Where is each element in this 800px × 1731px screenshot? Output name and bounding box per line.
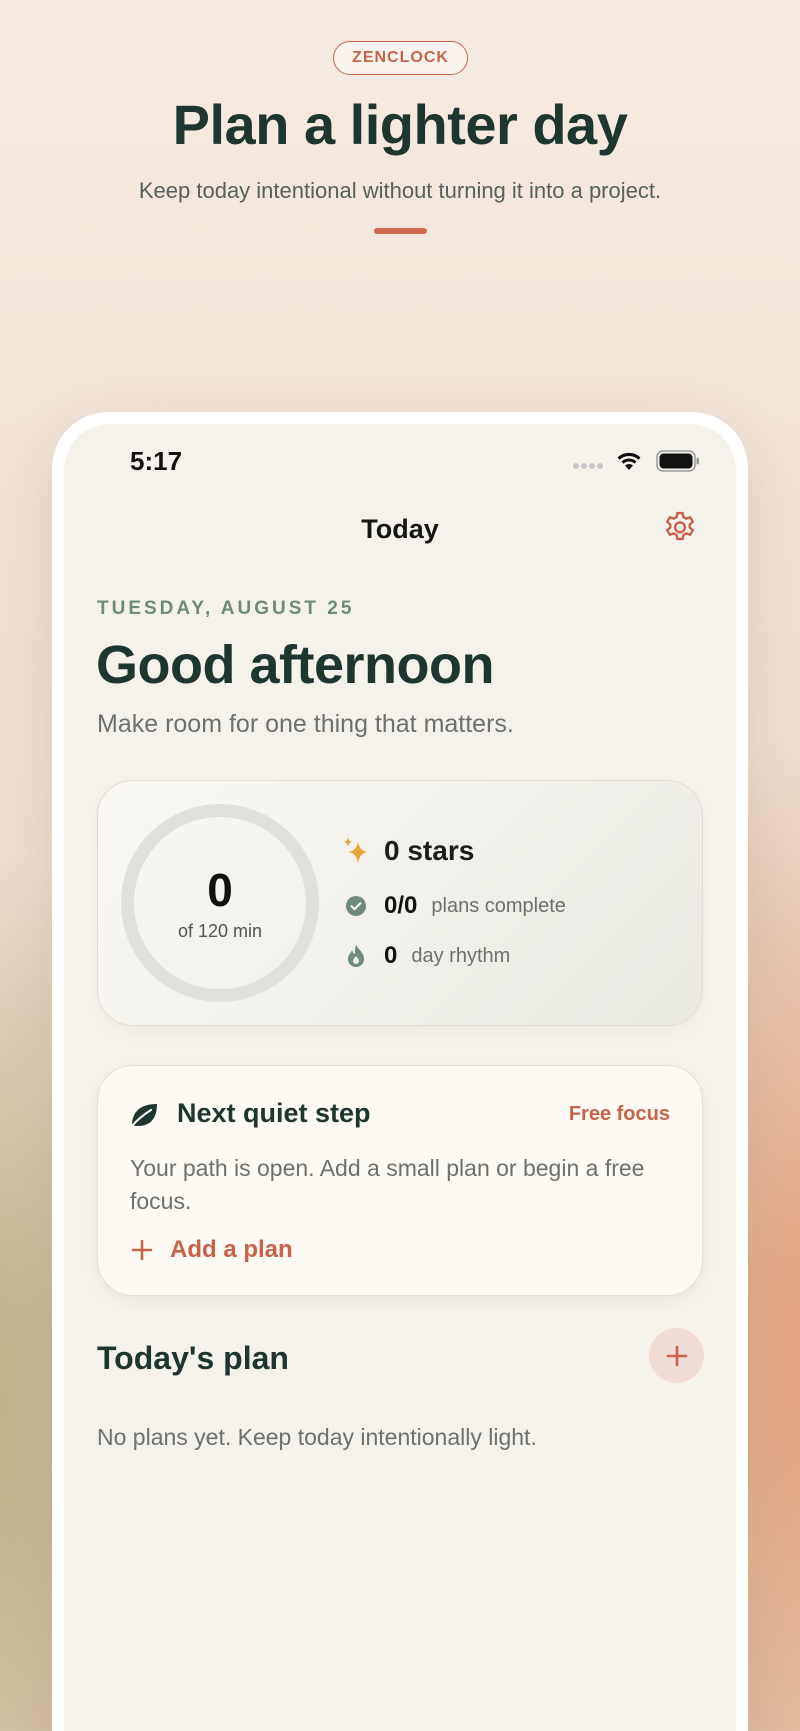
plans-complete-label: plans complete	[431, 894, 566, 917]
stars-row: 0 stars	[342, 835, 474, 867]
sparkle-icon	[342, 837, 370, 865]
day-rhythm-value: 0	[384, 942, 398, 969]
focus-progress-ring: 0 of 120 min	[121, 804, 319, 1002]
hero-subtitle: Keep today intentional without turning i…	[138, 178, 662, 203]
focus-goal-label: of 120 min	[177, 921, 263, 941]
greeting-title: Good afternoon	[96, 635, 494, 695]
check-circle-icon	[342, 892, 370, 920]
plus-icon	[666, 1345, 687, 1366]
battery-icon	[656, 450, 699, 472]
plus-icon	[131, 1239, 153, 1261]
add-plan-button[interactable]: Add a plan	[130, 1236, 293, 1264]
gear-icon[interactable]	[661, 509, 699, 547]
add-plan-circle-button[interactable]	[649, 1328, 704, 1383]
greeting-tagline: Make room for one thing that matters.	[97, 710, 514, 738]
app-badge: ZENCLOCK	[333, 41, 468, 75]
focus-minutes-value: 0	[207, 864, 233, 916]
flame-icon	[342, 942, 370, 970]
plans-complete-value: 0/0	[384, 892, 418, 919]
status-icons	[572, 448, 702, 474]
stats-card: 0 of 120 min 0 stars 0/0 plans complete	[97, 780, 703, 1026]
status-time: 5:17	[130, 446, 183, 476]
free-focus-button[interactable]: Free focus	[569, 1103, 670, 1126]
stars-count: 0 stars	[384, 835, 475, 866]
leaf-icon	[130, 1104, 157, 1128]
signal-icon	[573, 463, 603, 469]
plan-heading: Today's plan	[97, 1340, 289, 1376]
day-rhythm-label: day rhythm	[411, 944, 511, 967]
phone-screen: 5:17 Today TUESDAY, AUGUST 25 Good after…	[64, 424, 736, 1731]
date-label: TUESDAY, AUGUST 25	[97, 598, 355, 619]
day-rhythm-row: 0 day rhythm	[342, 942, 510, 970]
plans-complete-row: 0/0 plans complete	[342, 892, 566, 920]
add-plan-label: Add a plan	[170, 1236, 293, 1263]
next-step-title: Next quiet step	[177, 1098, 371, 1128]
plans-empty-text: No plans yet. Keep today intentionally l…	[97, 1424, 537, 1450]
wifi-icon	[617, 452, 641, 470]
next-step-card: Next quiet step Free focus Your path is …	[97, 1065, 703, 1296]
hero-title: Plan a lighter day	[172, 93, 628, 156]
hero-divider	[374, 228, 427, 234]
nav-title: Today	[361, 514, 439, 544]
next-step-body: Your path is open. Add a small plan or b…	[130, 1155, 645, 1214]
